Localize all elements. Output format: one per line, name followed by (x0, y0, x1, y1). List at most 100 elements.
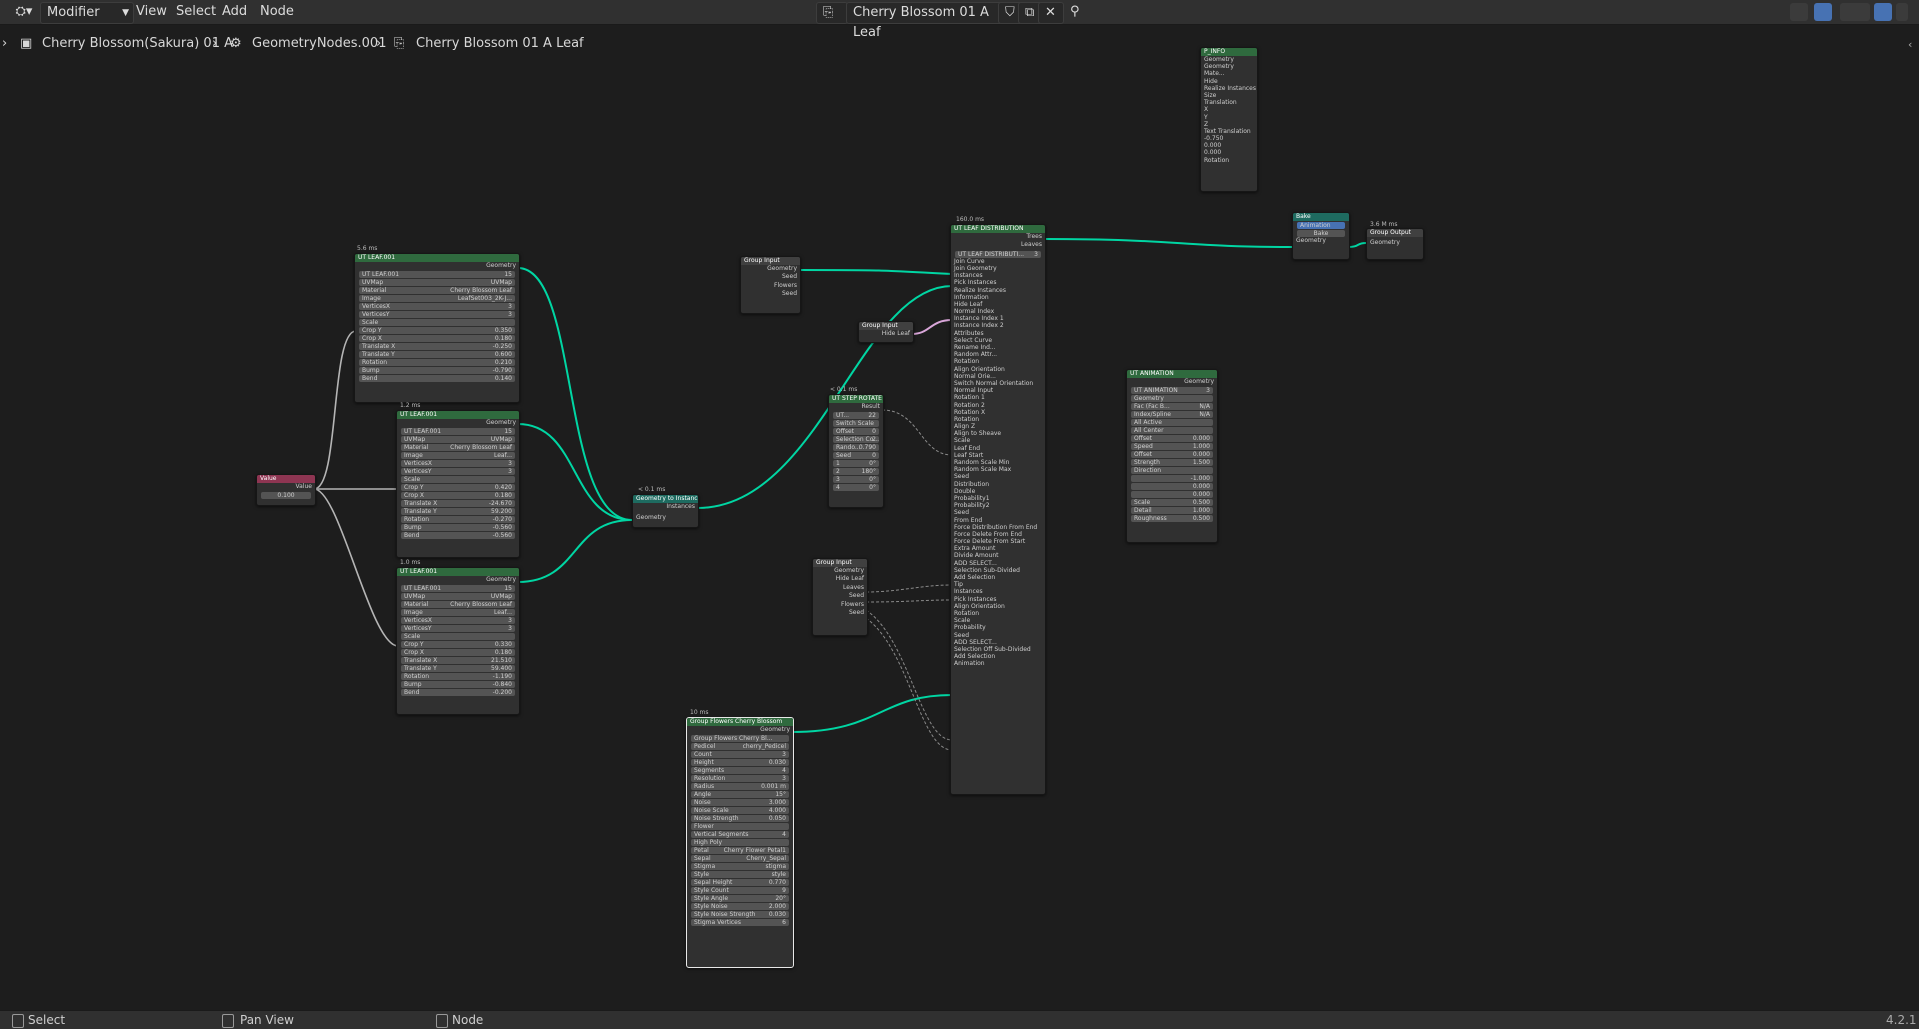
node-row[interactable]: Image LeafSet003_2K-J... (359, 295, 515, 303)
node-row[interactable]: Rotation X (951, 409, 1045, 416)
node-row[interactable]: Translation (1201, 99, 1257, 106)
node-header[interactable]: UT LEAF.001 (397, 568, 519, 576)
node-row[interactable]: Animation (951, 660, 1045, 667)
node-row[interactable]: Force Delete From End (951, 531, 1045, 538)
node-row[interactable]: Selection Co... 2 (833, 436, 879, 444)
leaf-distribution-node[interactable]: UT LEAF DISTRIBUTION Trees Leaves UT LEA… (950, 224, 1046, 795)
node-row[interactable]: Offset 0 (833, 428, 879, 436)
node-row[interactable]: Segments 4 (691, 767, 789, 775)
leaf-node-3[interactable]: UT LEAF.001 Geometry UT LEAF.001 15 UVMap… (396, 567, 520, 715)
node-row[interactable]: -1.000 (1131, 475, 1213, 483)
node-row[interactable]: 0.000 (1201, 142, 1257, 149)
node-row[interactable]: Translate Y 59.200 (401, 508, 515, 516)
node-row[interactable]: Crop Y 0.420 (401, 484, 515, 492)
node-row[interactable]: Offset 0.000 (1131, 451, 1213, 459)
node-row[interactable]: Seed (951, 509, 1045, 516)
group-selector[interactable]: UT ANIMATION 3 (1131, 387, 1213, 395)
node-row[interactable]: Probability2 (951, 502, 1045, 509)
node-row[interactable]: Geometry (1131, 395, 1213, 403)
node-row[interactable]: 4 0° (833, 484, 879, 492)
node-row[interactable]: Translate Y 0.600 (359, 351, 515, 359)
node-row[interactable]: Hide Leaf (951, 301, 1045, 308)
node-row[interactable]: Rotation (1201, 157, 1257, 164)
breadcrumb-modifier[interactable]: GeometryNodes.001 (252, 36, 386, 51)
node-row[interactable]: Rotation -1.190 (401, 673, 515, 681)
node-row[interactable]: Bend 0.140 (359, 375, 515, 383)
node-header[interactable]: Group Input (859, 322, 913, 330)
node-row[interactable]: Scale (951, 617, 1045, 624)
node-row[interactable]: Direction (1131, 467, 1213, 475)
bake-animation-toggle[interactable]: Animation (1297, 222, 1345, 229)
menu-select[interactable]: Select (170, 2, 222, 22)
value-field[interactable]: 0.100 (261, 492, 311, 500)
node-row[interactable]: From End (951, 517, 1045, 524)
node-row[interactable]: Double (951, 488, 1045, 495)
group-flowers-node[interactable]: Group Flowers Cherry Blossom Geometry Gr… (686, 717, 794, 968)
node-row[interactable]: Mate... (1201, 70, 1257, 77)
node-row[interactable]: Extra Amount (951, 545, 1045, 552)
overlay-dropdown-icon[interactable] (1896, 3, 1908, 21)
node-row[interactable]: Style style (691, 871, 789, 879)
node-row[interactable]: Seed (951, 473, 1045, 480)
node-row[interactable]: Crop X 0.180 (401, 649, 515, 657)
node-row[interactable]: Size (1201, 92, 1257, 99)
node-row[interactable]: Add Selection (951, 574, 1045, 581)
node-row[interactable]: All Active (1131, 419, 1213, 427)
group-selector[interactable]: UT LEAF.001 15 (359, 271, 515, 279)
node-row[interactable]: Align Z (951, 423, 1045, 430)
pin-icon[interactable]: ⚲ (1064, 2, 1086, 22)
node-row[interactable]: Instance Index 2 (951, 322, 1045, 329)
node-row[interactable]: -0.750 (1201, 135, 1257, 142)
value-node[interactable]: Value Value 0.100 (256, 474, 316, 506)
step-rotate-node[interactable]: UT STEP ROTATE Result UT... 22 Switch Sca… (828, 394, 884, 508)
node-row[interactable]: Petal Cherry Flower Petal1 (691, 847, 789, 855)
node-header[interactable]: Group Flowers Cherry Blossom (687, 718, 793, 726)
node-row[interactable]: Scale (359, 319, 515, 327)
node-row[interactable]: Vertical Segments 4 (691, 831, 789, 839)
node-row[interactable]: Image Leaf... (401, 452, 515, 460)
node-row[interactable]: Pick Instances (951, 596, 1045, 603)
menu-add[interactable]: Add (216, 2, 253, 22)
node-row[interactable]: UVMap UVMap (359, 279, 515, 287)
node-row[interactable]: Material Cherry Blossom Leaf (401, 444, 515, 452)
geometry-to-instance-node[interactable]: Geometry to Instance Instances Geometry (632, 494, 699, 528)
group-selector[interactable]: UT... 22 (833, 412, 879, 420)
node-row[interactable]: Roughness 0.500 (1131, 515, 1213, 523)
node-header[interactable]: Group Input (741, 257, 800, 265)
group-input-node-2[interactable]: Group Input Geometry Hide Leaf Leaves Se… (812, 558, 868, 636)
node-row[interactable]: All Center (1131, 427, 1213, 435)
node-row[interactable]: Offset 0.000 (1131, 435, 1213, 443)
node-row[interactable]: Tip (951, 581, 1045, 588)
node-row[interactable]: Style Count 9 (691, 887, 789, 895)
node-row[interactable]: Z (1201, 121, 1257, 128)
node-row[interactable]: Rotation (951, 610, 1045, 617)
node-row[interactable]: Noise 3.000 (691, 799, 789, 807)
node-row[interactable]: Instances (951, 588, 1045, 595)
breadcrumb-node-group[interactable]: Cherry Blossom 01 A Leaf (416, 36, 584, 51)
node-row[interactable]: Add Selection (951, 653, 1045, 660)
node-row[interactable]: High Poly (691, 839, 789, 847)
node-row[interactable]: VerticesX 3 (401, 617, 515, 625)
node-header[interactable]: UT LEAF.001 (355, 254, 519, 262)
menu-node[interactable]: Node (254, 2, 300, 22)
node-row[interactable]: Select Curve (951, 337, 1045, 344)
node-row[interactable]: Instances (951, 272, 1045, 279)
node-row[interactable]: Material Cherry Blossom Leaf (359, 287, 515, 295)
group-input-hide-leaf-node[interactable]: Group Input Hide Leaf (858, 321, 914, 343)
node-row[interactable]: Text Translation (1201, 128, 1257, 135)
node-row[interactable]: Leaf Start (951, 452, 1045, 459)
node-row[interactable]: Switch Scale (833, 420, 879, 428)
node-row[interactable]: Stigma stigma (691, 863, 789, 871)
node-row[interactable]: Scale (951, 437, 1045, 444)
node-row[interactable]: Scale (401, 476, 515, 484)
node-row[interactable]: Rotation (951, 358, 1045, 365)
node-row[interactable]: VerticesY 3 (401, 468, 515, 476)
node-row[interactable]: Information (951, 294, 1045, 301)
node-header[interactable]: Group Input (813, 559, 867, 567)
node-row[interactable]: Detail 1.000 (1131, 507, 1213, 515)
close-icon[interactable]: ✕ (1038, 2, 1064, 24)
node-row[interactable]: 0.000 (1201, 149, 1257, 156)
node-row[interactable]: Force Distribution From End (951, 524, 1045, 531)
snap-icon[interactable] (1814, 3, 1832, 21)
node-row[interactable]: Rotation (951, 416, 1045, 423)
